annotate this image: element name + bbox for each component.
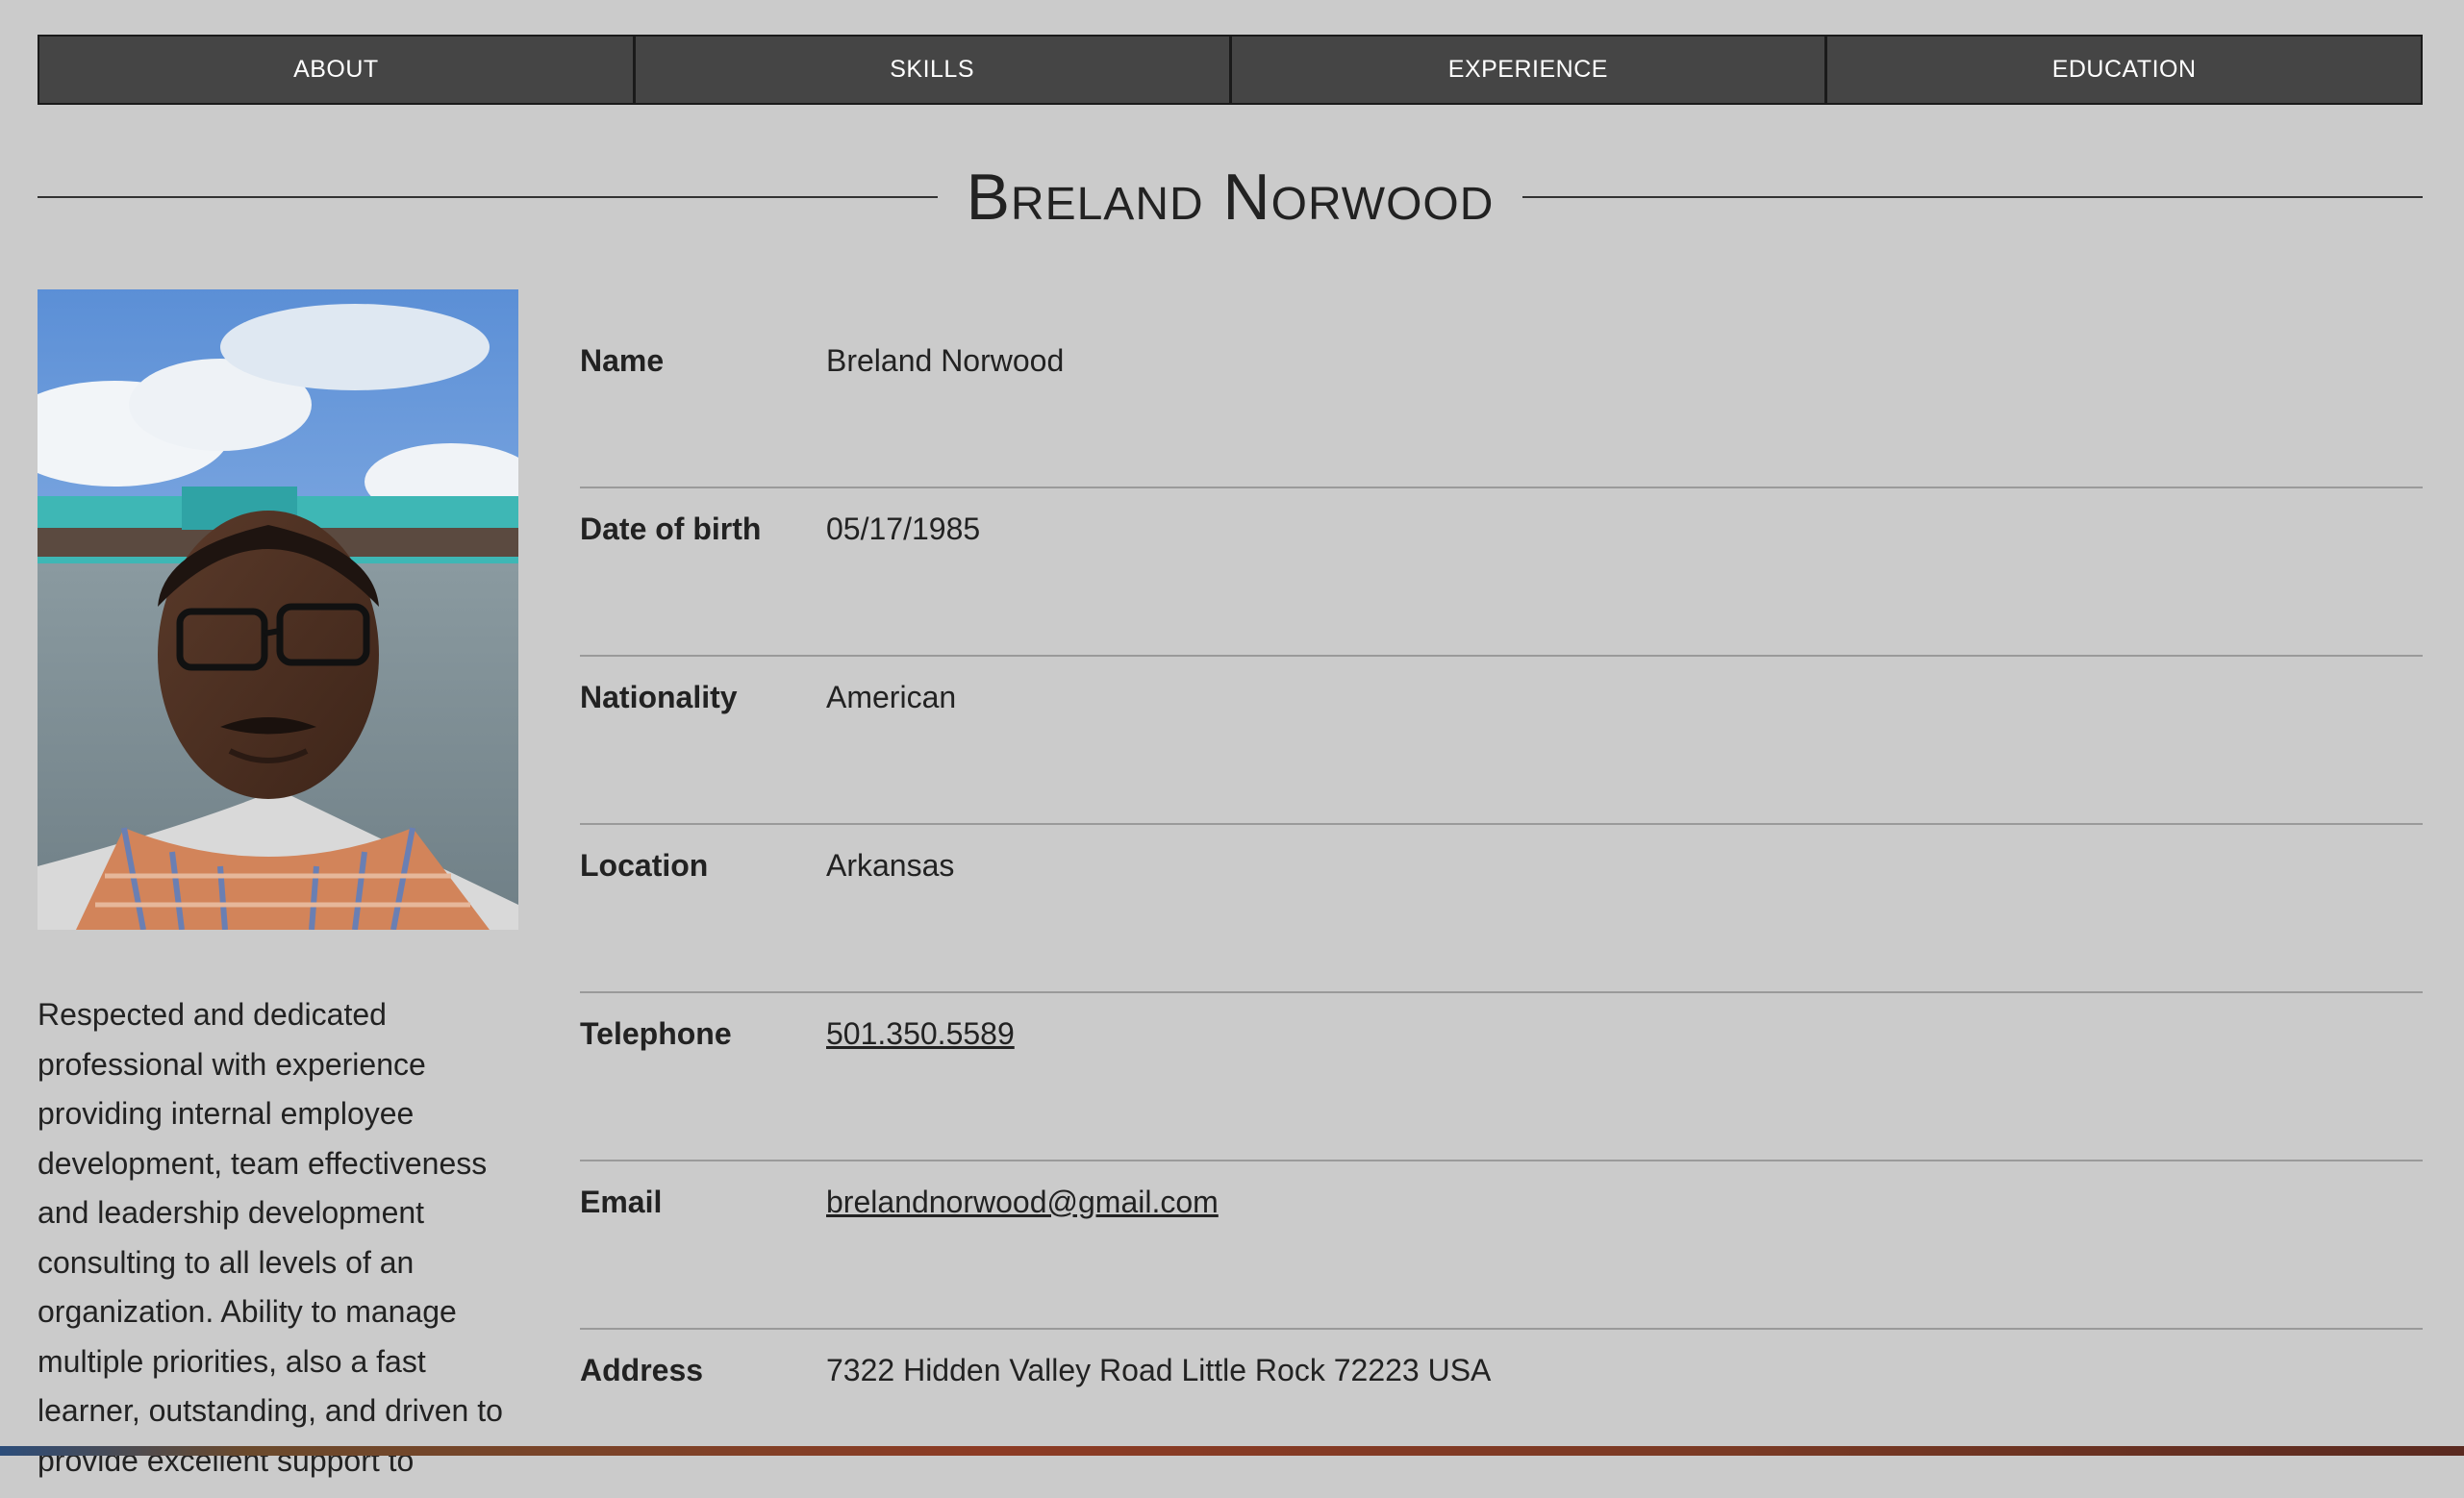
info-row-date-of-birth: Date of birth 05/17/1985	[580, 488, 2423, 657]
info-value: 7322 Hidden Valley Road Little Rock 7222…	[826, 1353, 1492, 1387]
email-link[interactable]: brelandnorwood@gmail.com	[826, 1185, 1219, 1220]
info-row-telephone: Telephone 501.350.5589	[580, 993, 2423, 1161]
profile-photo-image	[38, 289, 518, 930]
info-row-address: Address 7322 Hidden Valley Road Little R…	[580, 1330, 2423, 1498]
info-label: Name	[580, 343, 665, 378]
info-row-name: Name Breland Norwood	[580, 320, 2423, 488]
title-divider-left	[38, 196, 938, 198]
info-label: Email	[580, 1185, 663, 1219]
page-title: Breland Norwood	[966, 161, 1495, 234]
info-label: Nationality	[580, 680, 738, 714]
title-divider-right	[1522, 196, 2424, 198]
info-value: American	[826, 680, 957, 714]
info-label: Telephone	[580, 1016, 732, 1051]
info-label: Date of birth	[580, 512, 762, 546]
profile-photo	[38, 289, 518, 930]
nav-education[interactable]: EDUCATION	[1826, 35, 2423, 105]
bottom-image-strip	[0, 1446, 2464, 1456]
info-table: Name Breland Norwood Date of birth 05/17…	[580, 320, 2423, 1498]
info-value: Arkansas	[826, 848, 955, 883]
bio-text: Respected and dedicated professional wit…	[38, 997, 503, 1478]
nav-about[interactable]: ABOUT	[38, 35, 635, 105]
info-value: Breland Norwood	[826, 343, 1065, 378]
info-row-location: Location Arkansas	[580, 825, 2423, 993]
nav-experience[interactable]: EXPERIENCE	[1230, 35, 1827, 105]
main-nav: ABOUT SKILLS EXPERIENCE EDUCATION	[38, 35, 2423, 105]
info-label: Address	[580, 1353, 704, 1387]
info-row-nationality: Nationality American	[580, 657, 2423, 825]
info-label: Location	[580, 848, 709, 883]
telephone-link[interactable]: 501.350.5589	[826, 1016, 1015, 1052]
info-value: 05/17/1985	[826, 512, 981, 546]
nav-skills[interactable]: SKILLS	[634, 35, 1231, 105]
title-row: Breland Norwood	[38, 154, 2424, 240]
info-row-email: Email brelandnorwood@gmail.com	[580, 1161, 2423, 1330]
